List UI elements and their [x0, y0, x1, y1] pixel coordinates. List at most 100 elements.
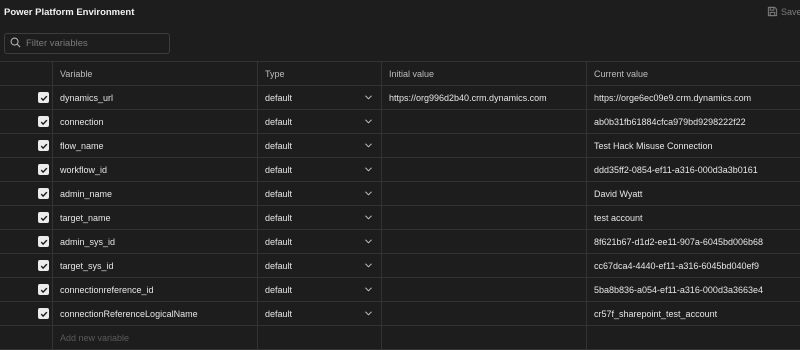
checkmark-icon	[40, 263, 47, 269]
page-title: Power Platform Environment	[4, 7, 135, 18]
chevron-down-icon	[365, 311, 372, 316]
variable-name-cell[interactable]: target_name	[53, 206, 258, 229]
table-row: admin_sys_id default 8f621b67-d1d2-ee11-90…	[0, 230, 800, 254]
initial-value-cell[interactable]	[382, 230, 587, 253]
chevron-down-icon	[365, 95, 372, 100]
initial-value-cell[interactable]	[382, 278, 587, 301]
variable-name-cell[interactable]: connection	[53, 110, 258, 133]
row-enabled-checkbox[interactable]	[38, 116, 49, 127]
initial-value-cell[interactable]	[382, 302, 587, 325]
save-label: Save	[781, 6, 800, 17]
current-value-cell[interactable]: 8f621b67-d1d2-ee11-907a-6045bd006b68	[587, 230, 800, 253]
type-select-value: default	[265, 116, 293, 127]
header-checkbox-cell	[0, 62, 53, 85]
type-select-value: default	[265, 308, 293, 319]
save-icon	[767, 6, 778, 17]
type-select-value: default	[265, 164, 293, 175]
table-row: flow_name default Test Hack Misuse Connect…	[0, 134, 800, 158]
type-select-value: default	[265, 92, 293, 103]
table-row: connectionReferenceLogicalName default cr5…	[0, 302, 800, 326]
table-header: Variable Type Initial value Current valu…	[0, 61, 800, 86]
current-value-cell[interactable]: test account	[587, 206, 800, 229]
row-enabled-checkbox[interactable]	[38, 164, 49, 175]
variable-name-cell[interactable]: admin_sys_id	[53, 230, 258, 253]
initial-value-cell[interactable]	[382, 110, 587, 133]
type-select-value: default	[265, 236, 293, 247]
checkmark-icon	[40, 287, 47, 293]
chevron-down-icon	[365, 167, 372, 172]
variable-name-cell[interactable]: connectionreference_id	[53, 278, 258, 301]
type-select-value: default	[265, 188, 293, 199]
column-header-type: Type	[258, 62, 382, 85]
table-row: connection default ab0b31fb61884cfca979bd9…	[0, 110, 800, 134]
row-enabled-checkbox[interactable]	[38, 308, 49, 319]
type-select[interactable]: default	[265, 141, 381, 151]
filter-input[interactable]	[26, 38, 156, 49]
variable-name-cell[interactable]: admin_name	[53, 182, 258, 205]
row-enabled-checkbox[interactable]	[38, 284, 49, 295]
current-value-cell[interactable]: cc67dca4-4440-ef11-a316-6045bd040ef9	[587, 254, 800, 277]
initial-value-cell[interactable]	[382, 206, 587, 229]
current-value-cell[interactable]: ab0b31fb61884cfca979bd9298222f22	[587, 110, 800, 133]
type-select-value: default	[265, 140, 293, 151]
type-select[interactable]: default	[265, 117, 381, 127]
search-icon	[10, 37, 21, 50]
row-enabled-checkbox[interactable]	[38, 92, 49, 103]
chevron-down-icon	[365, 119, 372, 124]
variable-name-cell[interactable]: workflow_id	[53, 158, 258, 181]
table-row: target_sys_id default cc67dca4-4440-ef11-a…	[0, 254, 800, 278]
initial-value-cell[interactable]	[382, 254, 587, 277]
current-value-cell[interactable]: cr57f_sharepoint_test_account	[587, 302, 800, 325]
type-select[interactable]: default	[265, 93, 381, 103]
chevron-down-icon	[365, 239, 372, 244]
add-variable-row[interactable]: Add new variable	[0, 326, 800, 350]
column-header-initial-value: Initial value	[382, 62, 587, 85]
checkmark-icon	[40, 143, 47, 149]
row-enabled-checkbox[interactable]	[38, 236, 49, 247]
add-variable-input[interactable]: Add new variable	[53, 326, 258, 349]
variable-name-cell[interactable]: target_sys_id	[53, 254, 258, 277]
save-button[interactable]: Save	[767, 6, 800, 17]
type-select-value: default	[265, 212, 293, 223]
checkmark-icon	[40, 215, 47, 221]
row-enabled-checkbox[interactable]	[38, 140, 49, 151]
current-value-cell[interactable]: https://orge6ec09e9.crm.dynamics.com	[587, 86, 800, 109]
initial-value-cell[interactable]	[382, 158, 587, 181]
variables-table: Variable Type Initial value Current valu…	[0, 61, 800, 350]
checkmark-icon	[40, 167, 47, 173]
checkmark-icon	[40, 95, 47, 101]
checkmark-icon	[40, 311, 47, 317]
variable-name-cell[interactable]: flow_name	[53, 134, 258, 157]
chevron-down-icon	[365, 263, 372, 268]
type-select-value: default	[265, 260, 293, 271]
variable-name-cell[interactable]: connectionReferenceLogicalName	[53, 302, 258, 325]
type-select[interactable]: default	[265, 213, 381, 223]
checkmark-icon	[40, 191, 47, 197]
current-value-cell[interactable]: 5ba8b836-a054-ef11-a316-000d3a3663e4	[587, 278, 800, 301]
type-select[interactable]: default	[265, 309, 381, 319]
type-select[interactable]: default	[265, 285, 381, 295]
filter-field[interactable]	[4, 33, 170, 54]
row-enabled-checkbox[interactable]	[38, 212, 49, 223]
chevron-down-icon	[365, 191, 372, 196]
type-select[interactable]: default	[265, 261, 381, 271]
type-select[interactable]: default	[265, 189, 381, 199]
chevron-down-icon	[365, 287, 372, 292]
type-select[interactable]: default	[265, 237, 381, 247]
table-row: workflow_id default ddd35ff2-0854-ef11-a31…	[0, 158, 800, 182]
initial-value-cell[interactable]	[382, 134, 587, 157]
current-value-cell[interactable]: Test Hack Misuse Connection	[587, 134, 800, 157]
checkmark-icon	[40, 239, 47, 245]
row-enabled-checkbox[interactable]	[38, 188, 49, 199]
variable-name-cell[interactable]: dynamics_url	[53, 86, 258, 109]
chevron-down-icon	[365, 215, 372, 220]
type-select[interactable]: default	[265, 165, 381, 175]
current-value-cell[interactable]: David Wyatt	[587, 182, 800, 205]
current-value-cell[interactable]: ddd35ff2-0854-ef11-a316-000d3a3b0161	[587, 158, 800, 181]
table-row: dynamics_url default https://org996d2b40.c…	[0, 86, 800, 110]
initial-value-cell[interactable]: https://org996d2b40.crm.dynamics.com	[382, 86, 587, 109]
column-header-variable: Variable	[53, 62, 258, 85]
column-header-current-value: Current value	[594, 68, 649, 79]
initial-value-cell[interactable]	[382, 182, 587, 205]
row-enabled-checkbox[interactable]	[38, 260, 49, 271]
